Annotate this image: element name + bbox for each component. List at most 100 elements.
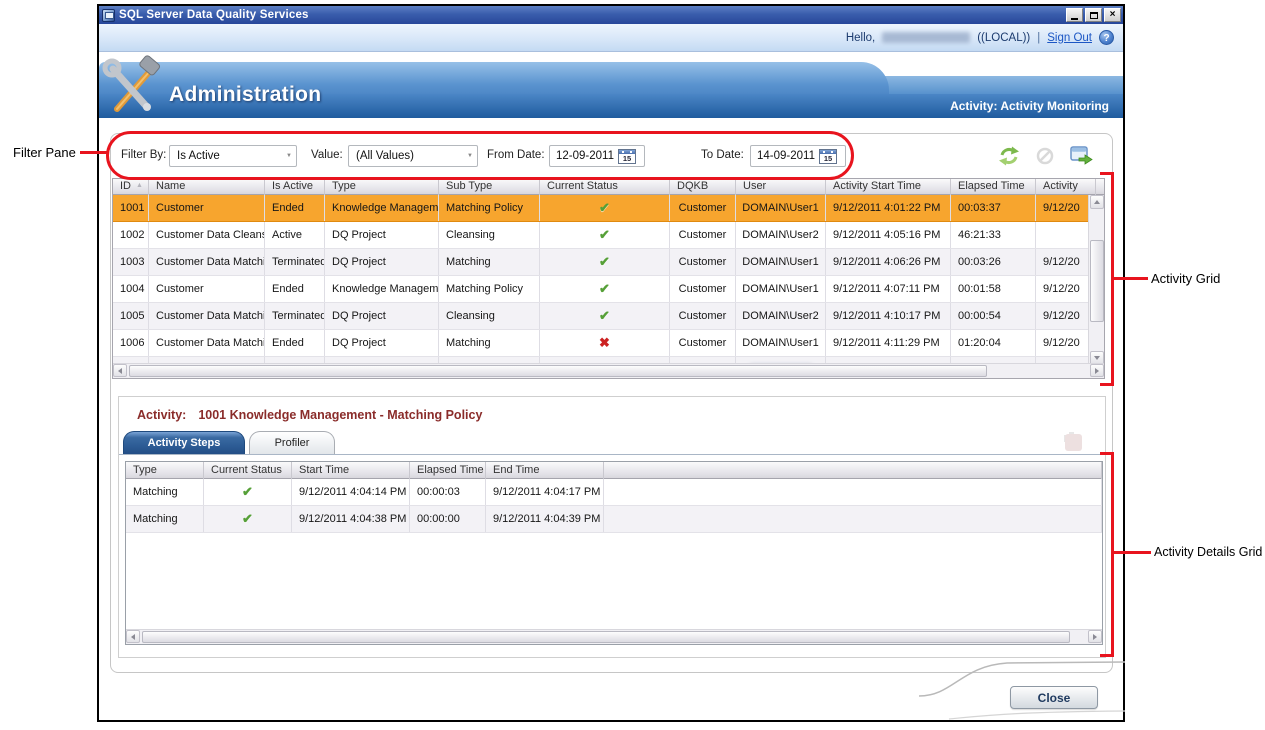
- annotation-line: [1114, 277, 1148, 280]
- check-icon: ✔: [599, 281, 610, 296]
- cell: Matching Policy: [439, 276, 540, 302]
- close-window-button[interactable]: ×: [1104, 8, 1121, 22]
- column-header[interactable]: User: [736, 179, 826, 195]
- cell: 9/12/2011 4:01:22 PM: [826, 195, 951, 221]
- activity-grid: ID▲NameIs ActiveTypeSub TypeCurrent Stat…: [112, 178, 1105, 379]
- cell: 00:03:26: [951, 249, 1036, 275]
- activity-details-panel: Activity:1001 Knowledge Management - Mat…: [118, 396, 1106, 658]
- cell: ✔: [540, 276, 670, 302]
- cell: Active: [265, 222, 325, 248]
- column-header[interactable]: Sub Type: [439, 179, 540, 195]
- table-row[interactable]: Matching✔9/12/2011 4:04:14 PM00:00:039/1…: [126, 479, 1102, 506]
- column-header[interactable]: Current Status: [540, 179, 670, 195]
- tab-activity-steps[interactable]: Activity Steps: [123, 431, 245, 454]
- check-icon: ✔: [599, 254, 610, 269]
- sort-asc-icon: ▲: [136, 182, 143, 189]
- cell: ✔: [540, 222, 670, 248]
- cell: 9/12/2011 4:04:39 PM: [486, 506, 604, 532]
- close-button[interactable]: Close: [1010, 686, 1098, 709]
- table-row[interactable]: 1006Customer Data MatchingEndedDQ Projec…: [113, 330, 1088, 357]
- annotation-activity-grid: Activity Grid: [1151, 271, 1220, 286]
- annotation-oval-filter: [106, 131, 854, 180]
- scroll-left-button[interactable]: [126, 630, 140, 643]
- cell: 9/12/2011 4:06:26 PM: [826, 249, 951, 275]
- cell: 9/12/20: [1036, 303, 1088, 329]
- column-header[interactable]: Activity Start Time: [826, 179, 951, 195]
- cell: Matching: [126, 479, 204, 505]
- minimize-button[interactable]: [1066, 8, 1083, 22]
- table-row[interactable]: 1002Customer Data CleansingActiveDQ Proj…: [113, 222, 1088, 249]
- cell: Ended: [265, 276, 325, 302]
- column-header[interactable]: Elapsed Time: [410, 462, 486, 479]
- table-row[interactable]: 1004CustomerEndedKnowledge ManagementMat…: [113, 276, 1088, 303]
- column-header[interactable]: ID▲: [113, 179, 149, 195]
- cell: Terminated: [265, 249, 325, 275]
- activity-details-grid: TypeCurrent StatusStart TimeElapsed Time…: [125, 461, 1103, 645]
- column-header[interactable]: [604, 462, 1102, 479]
- cell: 9/12/2011 4:04:17 PM: [486, 479, 604, 505]
- cell: 9/12/2011 4:04:14 PM: [292, 479, 410, 505]
- sign-out-link[interactable]: Sign Out: [1047, 32, 1092, 44]
- horizontal-scrollbar[interactable]: [113, 363, 1104, 378]
- cell: Customer: [670, 303, 736, 329]
- cell: ✔: [540, 195, 670, 221]
- cell: DOMAIN\User2: [736, 222, 826, 248]
- cell: 00:00:54: [951, 303, 1036, 329]
- scroll-left-button[interactable]: [113, 364, 127, 377]
- masked-username: [882, 32, 970, 43]
- cell: 9/12/2011 4:05:16 PM: [826, 222, 951, 248]
- annotation-activity-details-grid: Activity Details Grid: [1154, 545, 1262, 559]
- column-header[interactable]: Start Time: [292, 462, 410, 479]
- cell: DQ Project: [325, 222, 439, 248]
- column-header[interactable]: Name: [149, 179, 265, 195]
- main-panel: Filter By: Is Active ▼ Value: (All Value…: [110, 133, 1113, 673]
- tools-icon: [101, 55, 161, 119]
- cell: Matching: [126, 506, 204, 532]
- cell: 1003: [113, 249, 149, 275]
- cell: DQ Project: [325, 249, 439, 275]
- scrollbar-thumb[interactable]: [129, 365, 987, 377]
- column-header[interactable]: Is Active: [265, 179, 325, 195]
- cell: Knowledge Management: [325, 195, 439, 221]
- cell: Customer: [670, 276, 736, 302]
- table-row[interactable]: 1005Customer Data MatchingTerminatedDQ P…: [113, 303, 1088, 330]
- column-header[interactable]: DQKB: [670, 179, 736, 195]
- cell: Customer: [670, 195, 736, 221]
- title-bar: SQL Server Data Quality Services ×: [99, 6, 1123, 24]
- table-row[interactable]: Matching✔9/12/2011 4:04:38 PM00:00:009/1…: [126, 506, 1102, 533]
- banner: Activity: Activity Monitoring Administra…: [99, 62, 1123, 118]
- server-text: ((LOCAL)): [977, 32, 1030, 44]
- annotation-bracket-details-grid: [1100, 452, 1114, 657]
- tab-profiler[interactable]: Profiler: [249, 431, 335, 454]
- scrollbar-thumb[interactable]: [142, 631, 1070, 643]
- details-title-value: 1001 Knowledge Management - Matching Pol…: [198, 408, 482, 422]
- column-header[interactable]: End Time: [486, 462, 604, 479]
- cell: DOMAIN\User1: [736, 195, 826, 221]
- column-header[interactable]: Elapsed Time: [951, 179, 1036, 195]
- cell: 1001: [113, 195, 149, 221]
- help-icon[interactable]: ?: [1099, 30, 1114, 45]
- cell: [604, 506, 1102, 532]
- cell: ✖: [540, 330, 670, 356]
- cell: Customer Data Cleansing: [149, 222, 265, 248]
- cell: DOMAIN\User2: [736, 303, 826, 329]
- restore-button[interactable]: [1085, 8, 1102, 22]
- column-header[interactable]: Type: [325, 179, 439, 195]
- cell: DQ Project: [325, 330, 439, 356]
- cell: DOMAIN\User1: [736, 330, 826, 356]
- column-header[interactable]: Current Status: [204, 462, 292, 479]
- table-row[interactable]: 1003Customer Data MatchingTerminatedDQ P…: [113, 249, 1088, 276]
- horizontal-scrollbar[interactable]: [126, 629, 1102, 644]
- export-icon[interactable]: [1069, 146, 1093, 166]
- cell: Knowledge Management: [325, 276, 439, 302]
- column-header[interactable]: Activity: [1036, 179, 1096, 195]
- window-title: SQL Server Data Quality Services: [119, 9, 309, 21]
- refresh-icon[interactable]: [997, 146, 1021, 166]
- table-row[interactable]: 1001CustomerEndedKnowledge ManagementMat…: [113, 195, 1088, 222]
- annotation-line: [1114, 551, 1151, 554]
- greeting-text: Hello,: [846, 32, 875, 44]
- annotation-bracket-activity-grid: [1100, 172, 1114, 386]
- close-icon: ×: [1110, 10, 1116, 20]
- column-header[interactable]: Type: [126, 462, 204, 479]
- cell: Cleansing: [439, 222, 540, 248]
